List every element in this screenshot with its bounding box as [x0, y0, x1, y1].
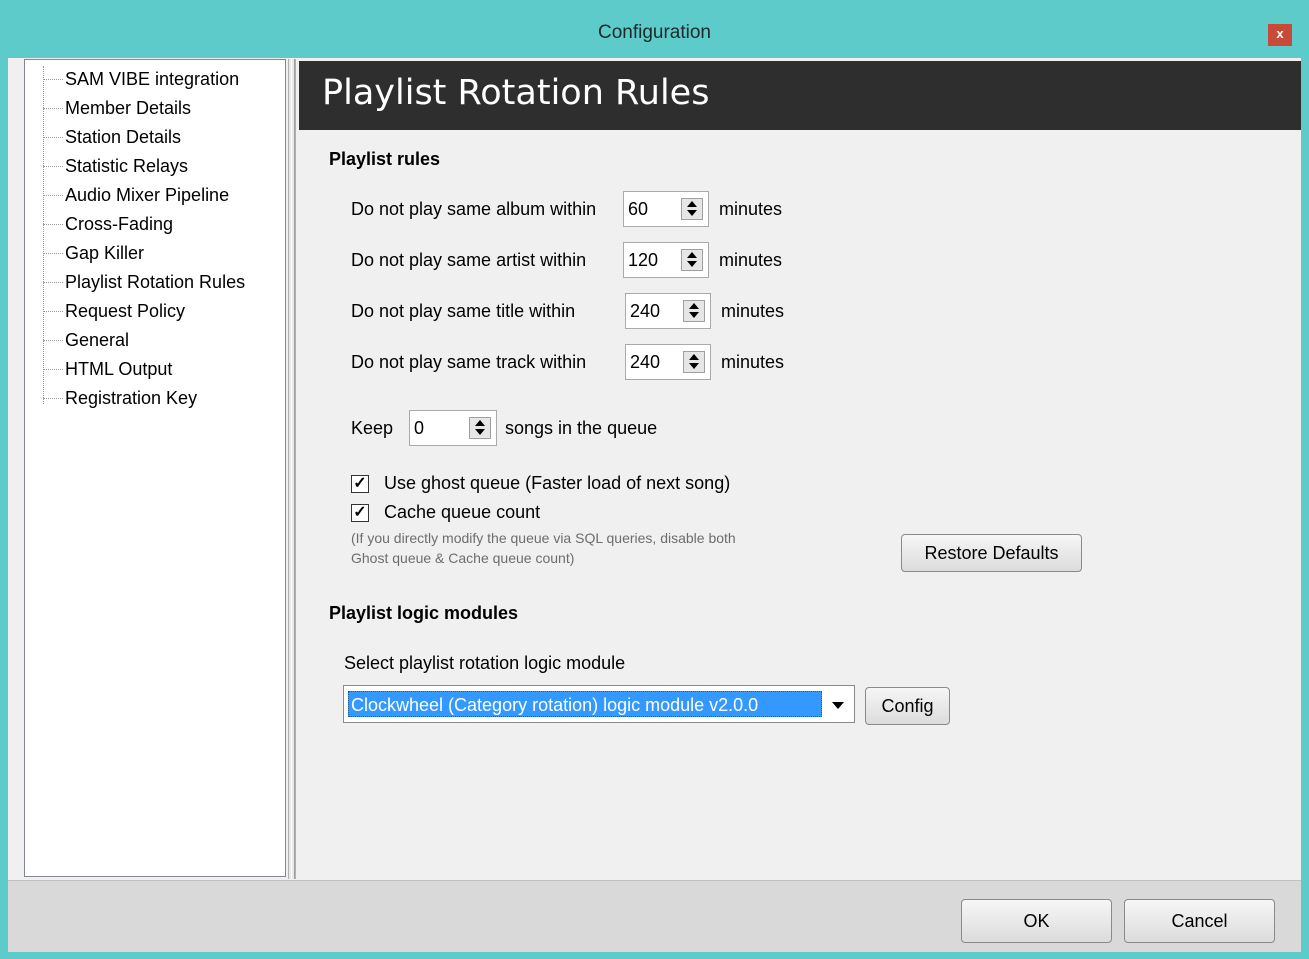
spin-updown-icon[interactable] [681, 249, 703, 271]
title-rule-label: Do not play same title within [351, 301, 576, 321]
tree-item-station-details[interactable]: Station Details [25, 124, 181, 150]
close-button[interactable]: x [1268, 24, 1292, 46]
title-minutes-spinner[interactable]: 240 [625, 293, 711, 329]
keep-songs-spinner[interactable]: 0 [409, 410, 497, 446]
album-minutes-value[interactable]: 60 [628, 199, 648, 220]
artist-minutes-spinner[interactable]: 120 [623, 242, 709, 278]
cache-count-checkbox[interactable]: ✓ [351, 504, 369, 522]
tree-item-label: Request Policy [65, 300, 186, 321]
chevron-down-icon[interactable] [826, 691, 850, 717]
dialog-client: SAM VIBE integration Member Details Stat… [8, 58, 1301, 952]
tree-item-label: HTML Output [65, 358, 173, 379]
playlist-rules-heading: Playlist rules [329, 149, 441, 169]
tree-item-gap-killer[interactable]: Gap Killer [25, 240, 144, 266]
title-bar: Configuration x [0, 0, 1309, 58]
tree-item-label: Cross-Fading [65, 213, 174, 234]
album-unit-label: minutes [719, 199, 783, 219]
logic-modules-heading: Playlist logic modules [329, 603, 519, 623]
tree-item-label: Member Details [65, 97, 192, 118]
track-minutes-spinner[interactable]: 240 [625, 344, 711, 380]
tree-item-label: Registration Key [65, 387, 198, 408]
tree-item-request-policy[interactable]: Request Policy [25, 298, 185, 324]
tree-item-html-output[interactable]: HTML Output [25, 356, 172, 382]
tree-item-label: SAM VIBE integration [65, 68, 240, 89]
select-module-label: Select playlist rotation logic module [344, 653, 626, 673]
spin-updown-icon[interactable] [683, 351, 705, 373]
spin-updown-icon[interactable] [681, 198, 703, 220]
keep-suffix-label: songs in the queue [505, 418, 658, 438]
spin-updown-icon[interactable] [469, 417, 491, 439]
spin-updown-icon[interactable] [683, 300, 705, 322]
ghost-queue-label[interactable]: Use ghost queue (Faster load of next son… [384, 473, 730, 494]
album-rule-label: Do not play same album within [351, 199, 597, 219]
pane-splitter[interactable] [288, 59, 296, 879]
dialog-footer: OK Cancel [8, 880, 1301, 952]
queue-note-line2: Ghost queue & Cache queue count) [351, 550, 575, 566]
track-minutes-value[interactable]: 240 [630, 352, 660, 373]
tree-item-member-details[interactable]: Member Details [25, 95, 191, 121]
page-title: Playlist Rotation Rules [322, 73, 710, 113]
keep-prefix-label: Keep [351, 418, 394, 438]
tree-item-label: Playlist Rotation Rules [65, 271, 246, 292]
settings-tree[interactable]: SAM VIBE integration Member Details Stat… [24, 59, 286, 877]
tree-item-label: Audio Mixer Pipeline [65, 184, 230, 205]
tree-item-label: Station Details [65, 126, 182, 147]
track-rule-label: Do not play same track within [351, 352, 587, 372]
restore-defaults-button[interactable]: Restore Defaults [901, 534, 1082, 572]
tree-item-label: Statistic Relays [65, 155, 189, 176]
queue-note-line1: (If you directly modify the queue via SQ… [351, 530, 736, 546]
config-button[interactable]: Config [865, 687, 950, 725]
tree-item-audio-mixer[interactable]: Audio Mixer Pipeline [25, 182, 229, 208]
artist-rule-label: Do not play same artist within [351, 250, 587, 270]
window-title: Configuration [597, 22, 712, 43]
tree-item-sam-vibe[interactable]: SAM VIBE integration [25, 66, 239, 92]
keep-songs-value[interactable]: 0 [414, 418, 424, 439]
tree-item-label: General [65, 329, 130, 350]
cancel-button[interactable]: Cancel [1124, 899, 1275, 943]
tree-item-statistic-relays[interactable]: Statistic Relays [25, 153, 188, 179]
track-unit-label: minutes [721, 352, 785, 372]
logic-module-select[interactable]: Clockwheel (Category rotation) logic mod… [343, 685, 855, 723]
tree-item-cross-fading[interactable]: Cross-Fading [25, 211, 173, 237]
artist-unit-label: minutes [719, 250, 783, 270]
artist-minutes-value[interactable]: 120 [628, 250, 658, 271]
album-minutes-spinner[interactable]: 60 [623, 191, 709, 227]
page-header: Playlist Rotation Rules [299, 61, 1301, 130]
ghost-queue-checkbox[interactable]: ✓ [351, 475, 369, 493]
tree-item-label: Gap Killer [65, 242, 145, 263]
logic-module-selected-value[interactable]: Clockwheel (Category rotation) logic mod… [348, 691, 822, 717]
tree-item-registration-key[interactable]: Registration Key [25, 385, 197, 411]
tree-item-playlist-rotation-rules[interactable]: Playlist Rotation Rules [25, 269, 245, 295]
tree-item-general[interactable]: General [25, 327, 129, 353]
cache-count-label[interactable]: Cache queue count [384, 502, 540, 523]
ok-button[interactable]: OK [961, 899, 1112, 943]
title-minutes-value[interactable]: 240 [630, 301, 660, 322]
title-unit-label: minutes [721, 301, 785, 321]
